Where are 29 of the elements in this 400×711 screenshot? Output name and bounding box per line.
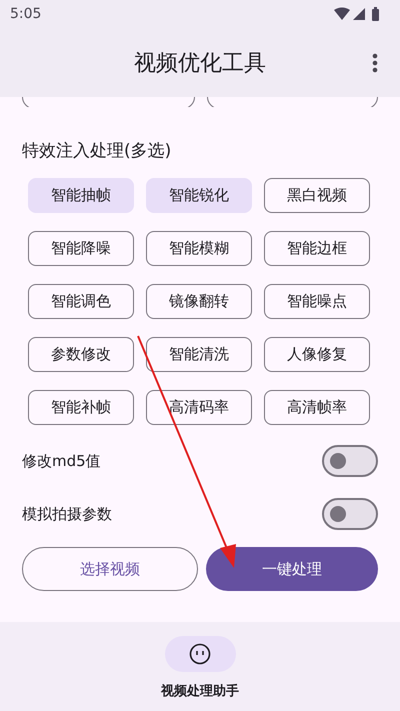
effect-chip[interactable]: 智能边框 [264,231,370,266]
effect-chip[interactable]: 镜像翻转 [146,284,252,319]
status-time: 5:05 [10,6,42,22]
effect-chip[interactable]: 智能补帧 [28,390,134,425]
effect-chip[interactable]: 智能调色 [28,284,134,319]
process-button[interactable]: 一键处理 [206,547,378,591]
effect-chip[interactable]: 高清码率 [146,390,252,425]
toggle-switch[interactable] [322,498,378,530]
effect-chip[interactable]: 智能锐化 [146,178,252,213]
select-video-button[interactable]: 选择视频 [22,547,198,591]
face-icon [189,643,211,665]
effect-chip[interactable]: 参数修改 [28,337,134,372]
effect-chip[interactable]: 黑白视频 [264,178,370,213]
more-menu-icon[interactable] [372,53,378,73]
effect-chip[interactable]: 高清帧率 [264,390,370,425]
nav-label[interactable]: 视频处理助手 [161,682,239,700]
switch-label: 模拟拍摄参数 [22,504,112,524]
switch-label: 修改md5值 [22,452,101,470]
status-icons [334,7,382,21]
toggle-switch[interactable] [322,445,378,477]
effect-chip[interactable]: 智能模糊 [146,231,252,266]
effect-chip[interactable]: 智能降噪 [28,231,134,266]
nav-tab-indicator[interactable] [164,636,236,672]
section-title: 特效注入处理(多选) [22,140,172,163]
effect-chip[interactable]: 智能抽帧 [28,178,134,213]
effect-chip[interactable]: 人像修复 [264,337,370,372]
effect-chip[interactable]: 智能清洗 [146,337,252,372]
app-title: 视频优化工具 [134,50,266,78]
effect-chip[interactable]: 智能噪点 [264,284,370,319]
